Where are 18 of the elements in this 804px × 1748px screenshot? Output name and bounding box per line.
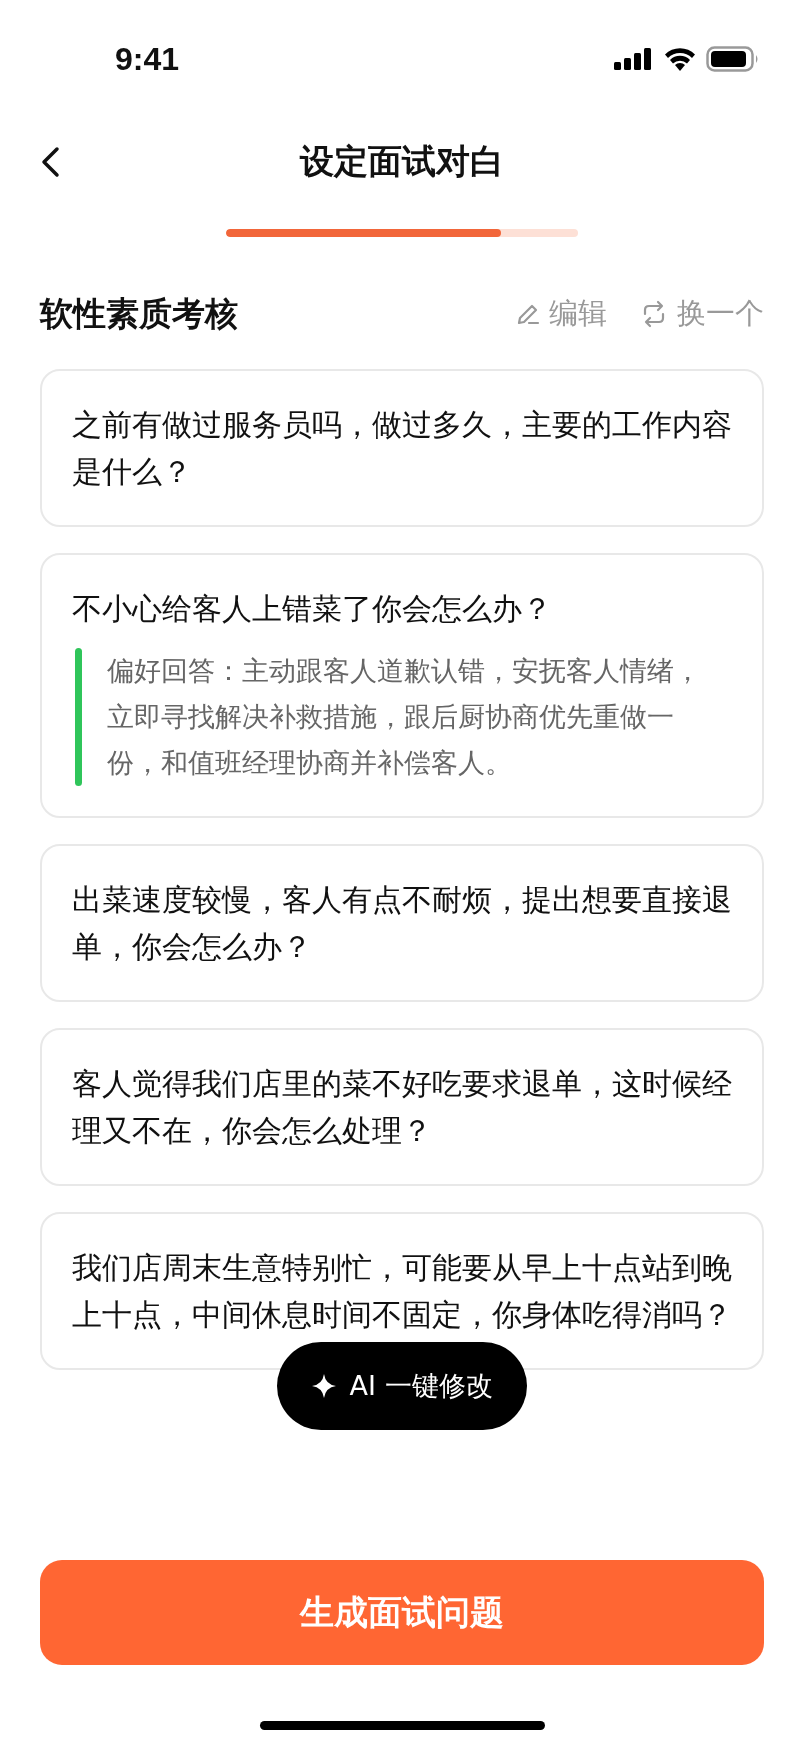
ai-edit-button[interactable]: AI 一键修改: [277, 1342, 527, 1430]
question-card[interactable]: 客人觉得我们店里的菜不好吃要求退单，这时候经理又不在，你会怎么处理？: [40, 1028, 764, 1186]
question-text: 不小心给客人上错菜了你会怎么办？: [72, 590, 553, 628]
question-text: 出菜速度较慢，客人有点不耐烦，提出想要直接退单，你会怎么办？: [72, 881, 732, 966]
question-text: 我们店周末生意特别忙，可能要从早上十点站到晚上十点，中间休息时间不固定，你身体吃得消吗？: [72, 1249, 732, 1334]
wifi-icon: [664, 47, 696, 71]
question-card[interactable]: 之前有做过服务员吗，做过多久，主要的工作内容是什么？: [40, 369, 764, 527]
battery-icon: [706, 46, 760, 72]
question-text: 之前有做过服务员吗，做过多久，主要的工作内容是什么？: [72, 406, 732, 491]
preferred-answer-text: 偏好回答：主动跟客人道歉认错，安抚客人情绪，立即寻找解决补救措施，跟后厨协商优先重做一份，和值班经理协商并补偿客人。: [107, 654, 702, 780]
signal-icon: [614, 48, 654, 70]
question-text: 客人觉得我们店里的菜不好吃要求退单，这时候经理又不在，你会怎么处理？: [72, 1065, 732, 1150]
section-title: 软性素质考核: [40, 292, 238, 335]
question-card[interactable]: 不小心给客人上错菜了你会怎么办？ 偏好回答：主动跟客人道歉认错，安抚客人情绪，立即寻找解决补救措施，跟后厨协商优先重做一份，和值班经理协商并补偿客人。: [40, 553, 764, 818]
status-time: 9:41: [115, 40, 180, 78]
page-title: 设定面试对白: [300, 140, 504, 183]
question-card[interactable]: 出菜速度较慢，客人有点不耐烦，提出想要直接退单，你会怎么办？: [40, 844, 764, 1002]
back-icon[interactable]: [40, 146, 60, 178]
